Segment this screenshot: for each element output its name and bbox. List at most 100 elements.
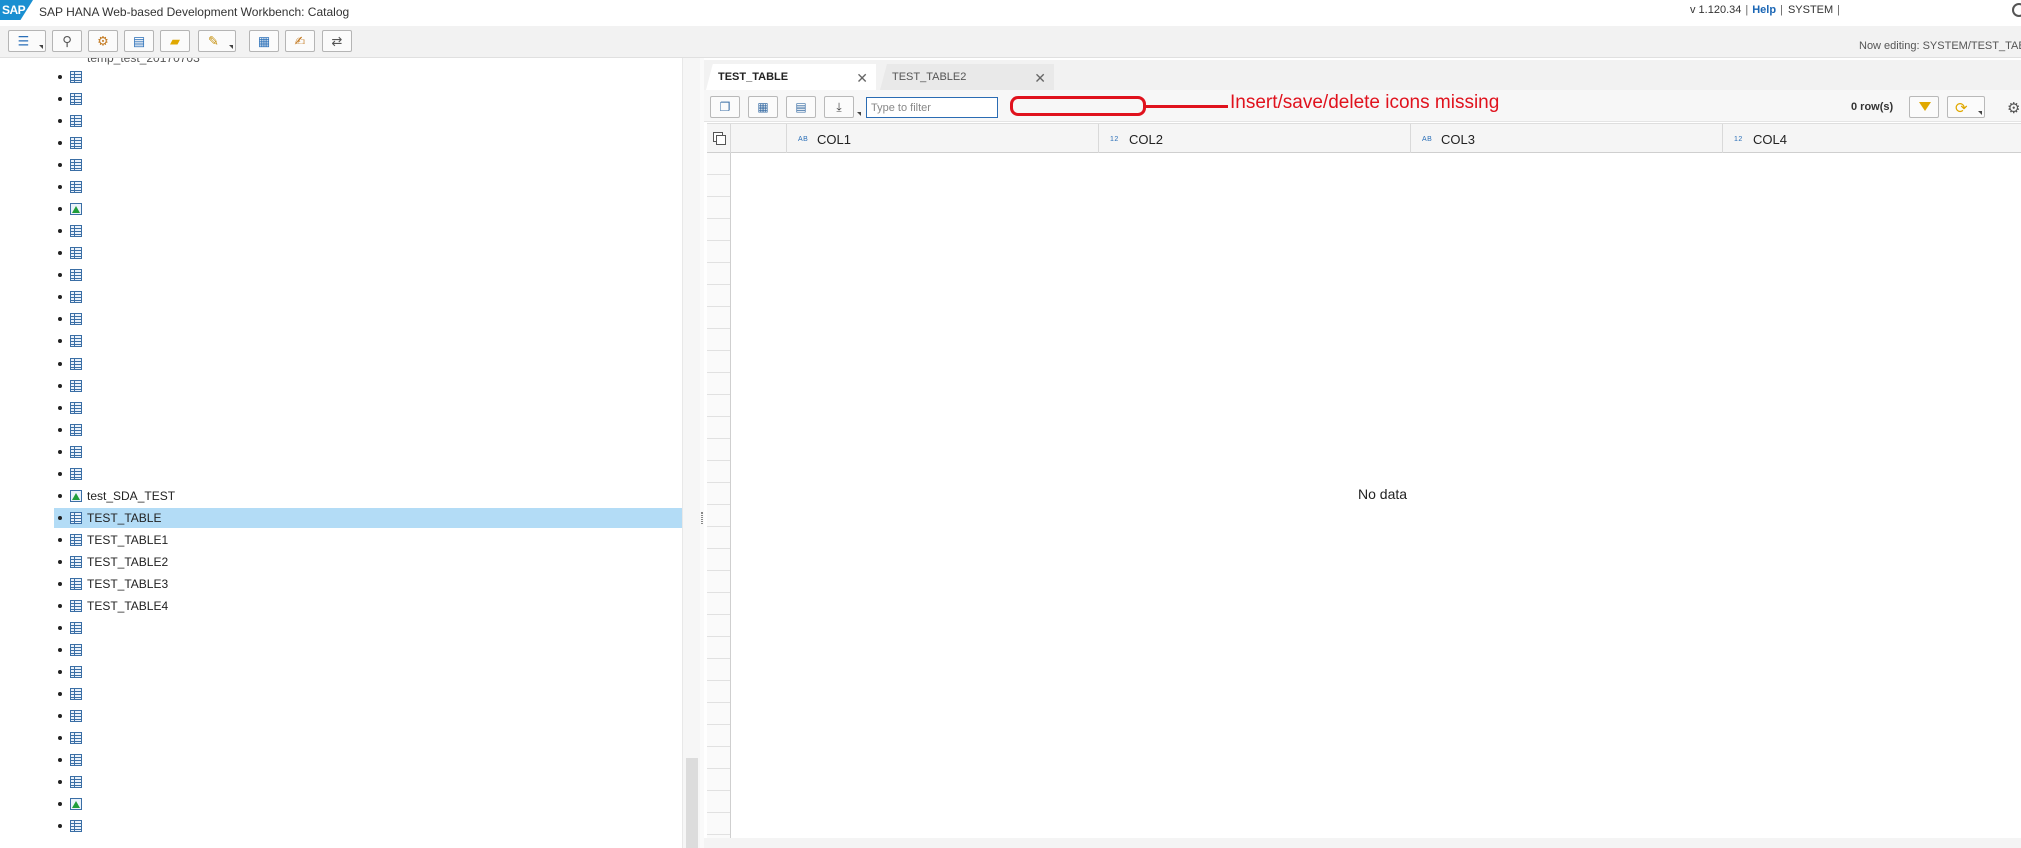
open-folder-button[interactable]: ▰ bbox=[160, 30, 190, 52]
row-header-cell[interactable] bbox=[707, 703, 730, 725]
row-header-cell[interactable] bbox=[707, 307, 730, 329]
tree-item[interactable]: TEST_TABLE bbox=[54, 507, 682, 528]
tree-item[interactable] bbox=[54, 398, 682, 418]
row-header-cell[interactable] bbox=[707, 351, 730, 373]
row-header-cell[interactable] bbox=[707, 263, 730, 285]
tree-item[interactable] bbox=[54, 618, 682, 638]
row-header-cell[interactable] bbox=[707, 175, 730, 197]
chevron-down-icon bbox=[229, 45, 233, 49]
splitter-grip-icon[interactable] bbox=[701, 512, 703, 524]
column-header-col1[interactable]: AB COL1 bbox=[787, 124, 1099, 153]
close-icon[interactable]: ✕ bbox=[856, 70, 868, 87]
tree-item[interactable]: test_SDA_TEST bbox=[54, 486, 682, 506]
tree-item[interactable] bbox=[54, 133, 682, 153]
tree-item[interactable] bbox=[54, 772, 682, 792]
settings-icon[interactable]: ⚙ bbox=[2007, 99, 2020, 117]
table-view-button[interactable]: ▤ bbox=[786, 96, 816, 118]
tree-item[interactable] bbox=[54, 750, 682, 770]
tree-item[interactable] bbox=[54, 177, 682, 197]
export-button[interactable]: ⇄ bbox=[322, 30, 352, 52]
tree-item[interactable]: TEST_TABLE1 bbox=[54, 530, 682, 550]
sql-console-button[interactable]: ⚙ bbox=[88, 30, 118, 52]
row-header-cell[interactable] bbox=[707, 483, 730, 505]
tree-item[interactable] bbox=[54, 89, 682, 109]
tree-item[interactable]: TEST_TABLE3 bbox=[54, 574, 682, 594]
column-header-col2[interactable]: 12 COL2 bbox=[1099, 124, 1411, 153]
tree-item[interactable] bbox=[54, 199, 682, 219]
copy-button[interactable]: ❐ bbox=[710, 96, 740, 118]
close-icon[interactable]: ✕ bbox=[1034, 70, 1046, 87]
tree-item[interactable] bbox=[54, 640, 682, 660]
tree-item[interactable] bbox=[54, 420, 682, 440]
tree-item[interactable] bbox=[54, 354, 682, 374]
row-header-cell[interactable] bbox=[707, 505, 730, 527]
tree-item[interactable] bbox=[54, 662, 682, 682]
tree-item[interactable] bbox=[54, 728, 682, 748]
row-header-cell[interactable] bbox=[707, 219, 730, 241]
tree-item[interactable] bbox=[54, 265, 682, 285]
filter-button[interactable] bbox=[1909, 96, 1939, 118]
menu-button[interactable]: ☰ bbox=[8, 30, 46, 52]
grid-scrollbar[interactable] bbox=[704, 838, 2021, 848]
row-header-cell[interactable] bbox=[707, 813, 730, 835]
tree-item[interactable] bbox=[54, 111, 682, 131]
tree-item[interactable] bbox=[54, 376, 682, 396]
tree-item[interactable] bbox=[54, 816, 682, 836]
filter-input[interactable] bbox=[866, 97, 998, 118]
row-header-cell[interactable] bbox=[707, 593, 730, 615]
row-header-cell[interactable] bbox=[707, 769, 730, 791]
user-name[interactable]: SYSTEM bbox=[1788, 4, 1833, 16]
scrollbar-thumb[interactable] bbox=[686, 758, 698, 848]
open-content-button[interactable]: ▦ bbox=[748, 96, 778, 118]
tree-item[interactable] bbox=[54, 442, 682, 462]
row-header-cell[interactable] bbox=[707, 527, 730, 549]
row-header-cell[interactable] bbox=[707, 241, 730, 263]
download-button[interactable]: ⤓ bbox=[824, 96, 861, 118]
tree-scrollbar[interactable] bbox=[682, 58, 700, 848]
row-header-cell[interactable] bbox=[707, 329, 730, 351]
tree-item[interactable] bbox=[54, 155, 682, 175]
tree-item[interactable] bbox=[54, 67, 682, 87]
row-header-cell[interactable] bbox=[707, 417, 730, 439]
tree-item[interactable]: TEST_TABLE4 bbox=[54, 596, 682, 616]
row-header-cell[interactable] bbox=[707, 197, 730, 219]
row-header-cell[interactable] bbox=[707, 747, 730, 769]
tree-item[interactable] bbox=[54, 243, 682, 263]
row-header-cell[interactable] bbox=[707, 395, 730, 417]
row-header-cell[interactable] bbox=[707, 373, 730, 395]
tree-item[interactable] bbox=[54, 221, 682, 241]
tree-item[interactable] bbox=[54, 287, 682, 307]
tree-item[interactable] bbox=[54, 684, 682, 704]
row-header-cell[interactable] bbox=[707, 615, 730, 637]
edit-button[interactable]: ✎ bbox=[198, 30, 236, 52]
row-header-cell[interactable] bbox=[707, 153, 730, 175]
column-header-col3[interactable]: AB COL3 bbox=[1411, 124, 1723, 153]
find-button[interactable]: ⚲ bbox=[52, 30, 82, 52]
column-header-col4[interactable]: 12 COL4 bbox=[1723, 124, 2021, 153]
row-header-cell[interactable] bbox=[707, 549, 730, 571]
tree-item[interactable]: TEST_TABLE2 bbox=[54, 552, 682, 572]
tree-item[interactable] bbox=[54, 464, 682, 484]
row-header-cell[interactable] bbox=[707, 285, 730, 307]
tree-item[interactable] bbox=[54, 331, 682, 351]
edit-content-button[interactable]: ✍ bbox=[285, 30, 315, 52]
tab-test-table[interactable]: TEST_TABLE ✕ bbox=[706, 64, 876, 90]
logout-icon[interactable] bbox=[2012, 3, 2021, 17]
row-header-cell[interactable] bbox=[707, 571, 730, 593]
select-all-cell[interactable] bbox=[707, 124, 731, 153]
row-header-cell[interactable] bbox=[707, 791, 730, 813]
refresh-button[interactable]: ⟳ bbox=[1947, 96, 1985, 118]
row-header-cell[interactable] bbox=[707, 637, 730, 659]
row-header-cell[interactable] bbox=[707, 461, 730, 483]
row-header-cell[interactable] bbox=[707, 659, 730, 681]
tree-item[interactable] bbox=[54, 706, 682, 726]
row-header-cell[interactable] bbox=[707, 725, 730, 747]
tree-item[interactable] bbox=[54, 309, 682, 329]
help-link[interactable]: Help bbox=[1752, 4, 1776, 16]
tree-item[interactable] bbox=[54, 794, 682, 814]
row-header-cell[interactable] bbox=[707, 439, 730, 461]
open-content-button[interactable]: ▦ bbox=[249, 30, 279, 52]
open-definition-button[interactable]: ▤ bbox=[124, 30, 154, 52]
tab-test-table2[interactable]: TEST_TABLE2 ✕ bbox=[880, 64, 1054, 90]
row-header-cell[interactable] bbox=[707, 681, 730, 703]
